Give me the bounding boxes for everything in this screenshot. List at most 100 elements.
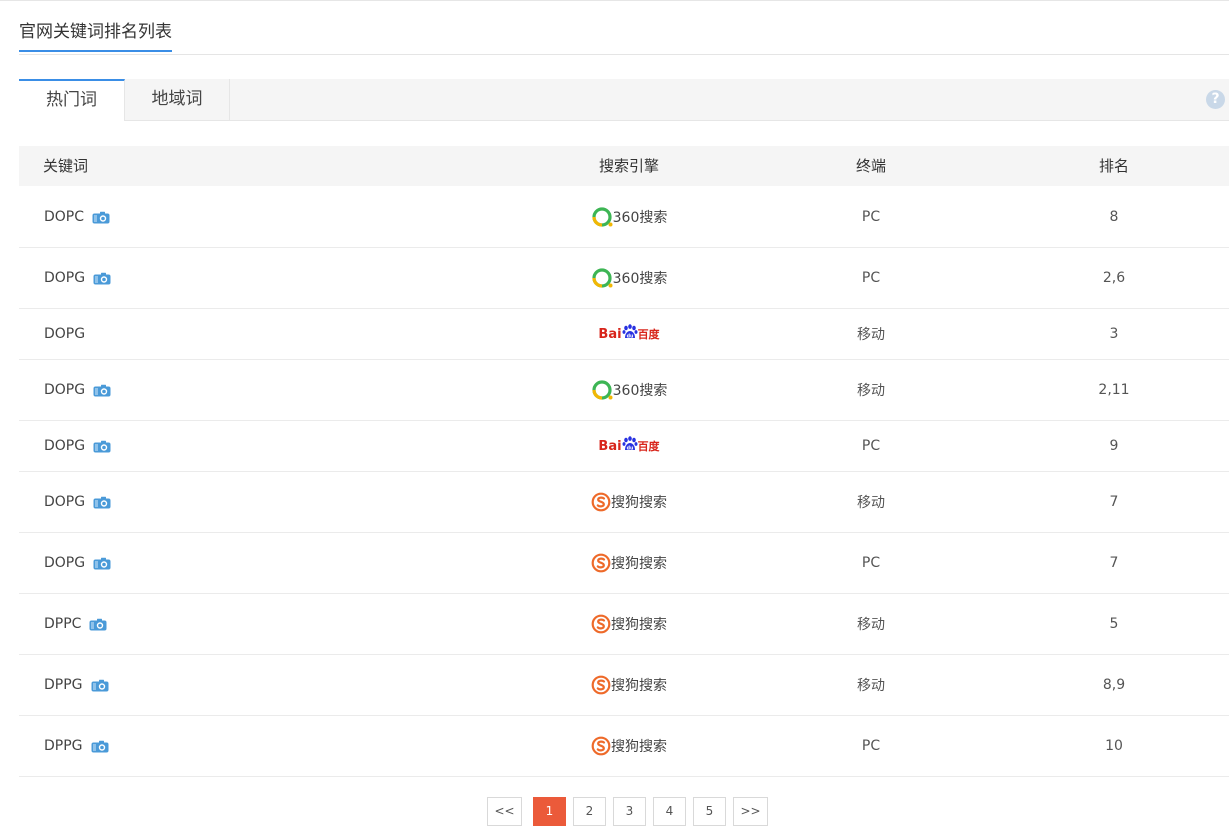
- page-button-1[interactable]: 1: [533, 797, 566, 826]
- engine-label: 360搜索: [612, 271, 668, 287]
- camera-icon[interactable]: [93, 440, 111, 453]
- page-button-5[interactable]: 5: [693, 797, 726, 826]
- terminal-cell: 移动: [857, 617, 885, 633]
- engine-cell: 搜狗搜索: [539, 655, 719, 715]
- keyword-text: DOPG: [44, 382, 86, 398]
- keyword-cell: DOPC: [44, 187, 110, 247]
- svg-text:du: du: [626, 333, 633, 339]
- keyword-text: DOPC: [44, 209, 85, 225]
- engine-360-logo: 360搜索: [591, 206, 668, 228]
- header-keyword: 关键词: [43, 157, 89, 175]
- engine-sogou-logo: 搜狗搜索: [591, 552, 667, 574]
- baidu-logo-text-left: Bai: [598, 438, 622, 454]
- tab-bar: 热门词 地域词 ?: [19, 79, 1229, 121]
- engine-sogou-logo: 搜狗搜索: [591, 674, 667, 696]
- keyword-cell: DPPG: [44, 655, 109, 715]
- baidu-paw-icon: du: [622, 324, 638, 344]
- rank-cell: 9: [1109, 438, 1119, 454]
- rank-cell: 7: [1109, 555, 1119, 571]
- baidu-paw-icon: du: [622, 436, 638, 456]
- keyword-cell: DPPC: [44, 594, 107, 654]
- keyword-cell: DPPG: [44, 716, 109, 776]
- next-page-button[interactable]: >>: [733, 797, 768, 826]
- engine-cell: 搜狗搜索: [539, 533, 719, 593]
- keyword-cell: DOPG: [44, 533, 111, 593]
- table-row: DOPG Bai du 百度 PC 9: [19, 421, 1229, 472]
- terminal-cell: PC: [861, 555, 881, 571]
- table-row: DOPG Bai du 百度 移动 3: [19, 309, 1229, 360]
- table-row: DPPG 搜狗搜索 PC 10: [19, 716, 1229, 777]
- keyword-text: DOPG: [44, 555, 86, 571]
- rank-cell: 5: [1109, 616, 1119, 632]
- keyword-text: DPPG: [44, 738, 83, 754]
- keyword-text: DOPG: [44, 326, 86, 342]
- terminal-cell: 移动: [857, 495, 885, 511]
- page-button-4[interactable]: 4: [653, 797, 686, 826]
- terminal-cell: PC: [861, 209, 881, 225]
- baidu-logo-text-right: 百度: [637, 328, 660, 341]
- camera-icon[interactable]: [93, 384, 111, 397]
- engine-label: 搜狗搜索: [611, 678, 667, 694]
- rank-cell: 2,6: [1102, 270, 1126, 286]
- header-terminal: 终端: [855, 157, 886, 175]
- prev-page-button[interactable]: <<: [487, 797, 522, 826]
- baidu-logo-text-right: 百度: [637, 440, 660, 453]
- header-rank: 排名: [1098, 157, 1129, 175]
- camera-icon[interactable]: [93, 496, 111, 509]
- help-icon[interactable]: ?: [1206, 90, 1225, 109]
- svg-text:du: du: [626, 445, 633, 451]
- camera-icon[interactable]: [93, 557, 111, 570]
- table-header: 关键词 搜索引擎 终端 排名: [19, 146, 1229, 186]
- engine-cell: Bai du 百度: [539, 309, 719, 359]
- table-row: DOPG 360搜索 PC 2,6: [19, 248, 1229, 309]
- engine-label: 搜狗搜索: [611, 556, 667, 572]
- engine-label: 360搜索: [612, 383, 668, 399]
- table-row: DOPG 搜狗搜索 PC 7: [19, 533, 1229, 594]
- camera-icon[interactable]: [89, 618, 107, 631]
- keyword-cell: DOPG: [44, 421, 111, 471]
- keyword-cell: DOPG: [44, 360, 111, 420]
- terminal-cell: 移动: [857, 383, 885, 399]
- engine-label: 搜狗搜索: [611, 495, 667, 511]
- rank-cell: 3: [1109, 326, 1119, 342]
- keyword-text: DPPG: [44, 677, 83, 693]
- page-title: 官网关键词排名列表: [19, 21, 172, 52]
- engine-cell: 搜狗搜索: [539, 594, 719, 654]
- header-engine: 搜索引擎: [598, 157, 659, 175]
- engine-cell: 360搜索: [539, 248, 719, 308]
- keyword-cell: DOPG: [44, 248, 111, 308]
- keyword-text: DOPG: [44, 438, 86, 454]
- page-button-2[interactable]: 2: [573, 797, 606, 826]
- rank-cell: 7: [1109, 494, 1119, 510]
- terminal-cell: 移动: [857, 327, 885, 343]
- rank-cell: 2,11: [1098, 382, 1130, 398]
- table-row: DPPG 搜狗搜索 移动 8,9: [19, 655, 1229, 716]
- engine-baidu-logo: Bai du 百度: [598, 435, 660, 457]
- tab-hot-keywords[interactable]: 热门词: [19, 79, 125, 121]
- engine-cell: Bai du 百度: [539, 421, 719, 471]
- engine-360-logo: 360搜索: [591, 267, 668, 289]
- terminal-cell: PC: [861, 738, 881, 754]
- table-row: DOPC 360搜索 PC 8: [19, 187, 1229, 248]
- rank-cell: 10: [1105, 738, 1123, 754]
- terminal-cell: PC: [861, 270, 881, 286]
- terminal-cell: PC: [861, 438, 881, 454]
- engine-cell: 搜狗搜索: [539, 716, 719, 776]
- baidu-logo-text-left: Bai: [598, 326, 622, 342]
- terminal-cell: 移动: [857, 678, 885, 694]
- engine-baidu-logo: Bai du 百度: [598, 323, 660, 345]
- camera-icon[interactable]: [91, 740, 109, 753]
- engine-label: 360搜索: [612, 210, 668, 226]
- tab-region-keywords[interactable]: 地域词: [125, 79, 230, 120]
- rank-cell: 8: [1109, 209, 1119, 225]
- camera-icon[interactable]: [91, 679, 109, 692]
- engine-cell: 360搜索: [539, 360, 719, 420]
- engine-360-logo: 360搜索: [591, 379, 668, 401]
- keyword-cell: DOPG: [44, 309, 85, 359]
- page-button-3[interactable]: 3: [613, 797, 646, 826]
- engine-label: 搜狗搜索: [611, 617, 667, 633]
- engine-sogou-logo: 搜狗搜索: [591, 491, 667, 513]
- table-row: DOPG 360搜索 移动 2,11: [19, 360, 1229, 421]
- camera-icon[interactable]: [92, 211, 110, 224]
- camera-icon[interactable]: [93, 272, 111, 285]
